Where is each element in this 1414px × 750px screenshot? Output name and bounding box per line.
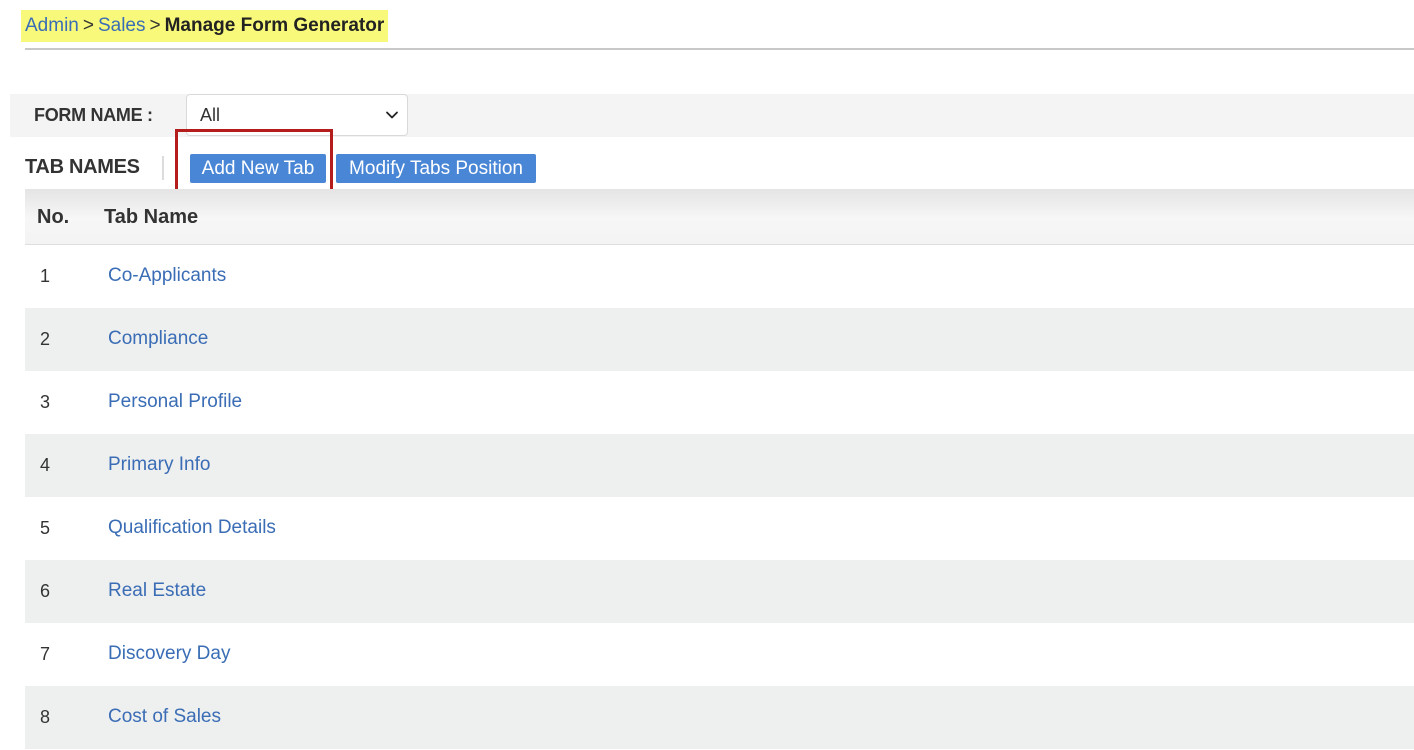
toolbar-divider (162, 156, 164, 180)
add-new-tab-button[interactable]: Add New Tab (190, 154, 326, 183)
row-number: 5 (40, 518, 51, 538)
row-number: 4 (40, 455, 51, 475)
breadcrumb-link-sales[interactable]: Sales (98, 15, 146, 37)
page-title: Manage Form Generator (164, 15, 385, 36)
table-body: 1 Co-Applicants 2 Compliance 3 Personal Profi… (25, 245, 1414, 749)
form-name-label: FORM NAME : (34, 105, 153, 125)
table-row: 2 Compliance (25, 308, 1414, 371)
chevron-down-icon (386, 111, 398, 119)
tab-name-link[interactable]: Primary Info (108, 454, 210, 476)
row-number: 6 (40, 581, 51, 601)
table-row: 8 Cost of Sales (25, 686, 1414, 749)
tab-name-link[interactable]: Cost of Sales (108, 706, 221, 728)
row-number: 2 (40, 329, 51, 349)
modify-tabs-position-button[interactable]: Modify Tabs Position (336, 154, 536, 183)
table-row: 6 Real Estate (25, 560, 1414, 623)
tab-name-link[interactable]: Discovery Day (108, 643, 230, 665)
breadcrumb-link-admin[interactable]: Admin (25, 15, 79, 37)
form-filter-bar: FORM NAME : All (10, 94, 1414, 137)
table-header: No. Tab Name (25, 189, 1414, 245)
tab-names-heading: TAB NAMES (25, 156, 140, 178)
column-header-tab-name: Tab Name (104, 206, 199, 228)
header-divider (25, 48, 1414, 50)
table-row: 1 Co-Applicants (25, 245, 1414, 308)
row-number: 7 (40, 644, 51, 664)
table-row: 5 Qualification Details (25, 497, 1414, 560)
row-number: 1 (40, 266, 51, 286)
form-name-select-value: All (200, 105, 221, 125)
column-header-no: No. (37, 206, 70, 228)
table-row: 3 Personal Profile (25, 371, 1414, 434)
table-row: 4 Primary Info (25, 434, 1414, 497)
breadcrumb-separator: > (149, 15, 161, 36)
tab-name-link[interactable]: Qualification Details (108, 517, 276, 539)
row-number: 3 (40, 392, 51, 412)
breadcrumb-separator: > (82, 15, 94, 36)
tab-name-link[interactable]: Compliance (108, 328, 208, 350)
tab-name-link[interactable]: Co-Applicants (108, 265, 226, 287)
tab-names-table: No. Tab Name 1 Co-Applicants 2 Compliance 3 P… (25, 189, 1414, 749)
page: Admin > Sales > Manage Form Generator FO… (0, 0, 1414, 750)
row-number: 8 (40, 707, 51, 727)
tab-name-link[interactable]: Personal Profile (108, 391, 242, 413)
form-name-select[interactable]: All (186, 94, 408, 136)
breadcrumb: Admin > Sales > Manage Form Generator (21, 10, 389, 42)
table-row: 7 Discovery Day (25, 623, 1414, 686)
tab-name-link[interactable]: Real Estate (108, 580, 206, 602)
